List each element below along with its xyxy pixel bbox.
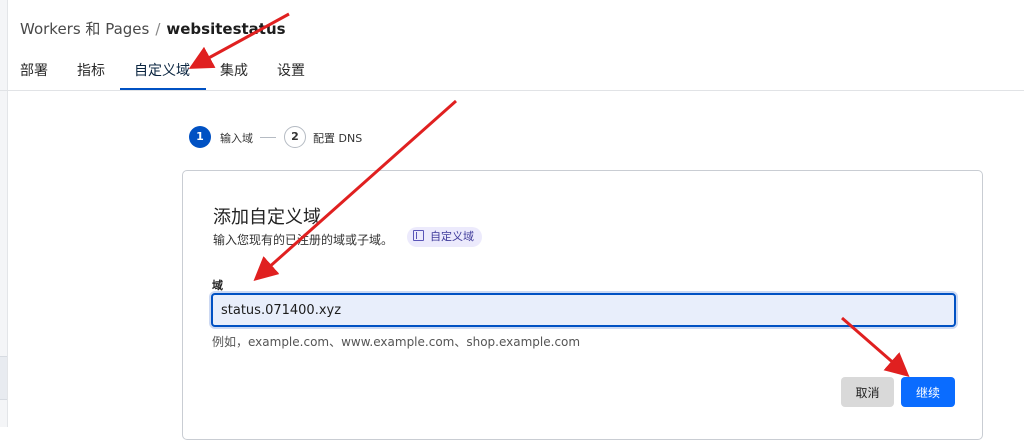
tab-integrations[interactable]: 集成: [220, 60, 248, 80]
tab-deployments[interactable]: 部署: [20, 60, 48, 80]
step-connector: [260, 137, 276, 138]
tab-metrics[interactable]: 指标: [77, 60, 105, 80]
card-subtitle: 输入您现有的已注册的域或子域。: [213, 233, 394, 247]
tab-custom-domains[interactable]: 自定义域: [134, 60, 190, 80]
document-icon: [413, 230, 424, 241]
tab-bar: 部署 指标 自定义域 集成 设置: [0, 48, 1024, 91]
active-tab-underline: [120, 88, 206, 90]
step-2-number: 2: [284, 126, 306, 148]
breadcrumb-parent[interactable]: Workers 和 Pages: [20, 20, 149, 38]
step-2-label: 配置 DNS: [313, 132, 363, 145]
cancel-button[interactable]: 取消: [841, 377, 894, 407]
breadcrumb-separator: /: [155, 20, 161, 38]
continue-button[interactable]: 继续: [901, 377, 955, 407]
custom-domain-doc-link[interactable]: 自定义域: [407, 227, 482, 247]
domain-field-hint: 例如，example.com、www.example.com、shop.exam…: [212, 335, 581, 349]
domain-input[interactable]: [211, 293, 956, 327]
breadcrumb-current: websitestatus: [166, 20, 286, 38]
breadcrumb: Workers 和 Pages / websitestatus: [20, 18, 286, 39]
domain-field-label: 域: [212, 279, 223, 292]
step-1-label: 输入域: [220, 132, 253, 145]
add-custom-domain-card: 添加自定义域 输入您现有的已注册的域或子域。 自定义域 域 例如，example…: [182, 170, 983, 440]
step-1-number: 1: [189, 126, 211, 148]
sidebar-edge-highlight: [0, 356, 7, 400]
card-title: 添加自定义域: [213, 207, 321, 228]
tab-settings[interactable]: 设置: [277, 60, 305, 80]
doc-badge-label: 自定义域: [430, 230, 474, 243]
